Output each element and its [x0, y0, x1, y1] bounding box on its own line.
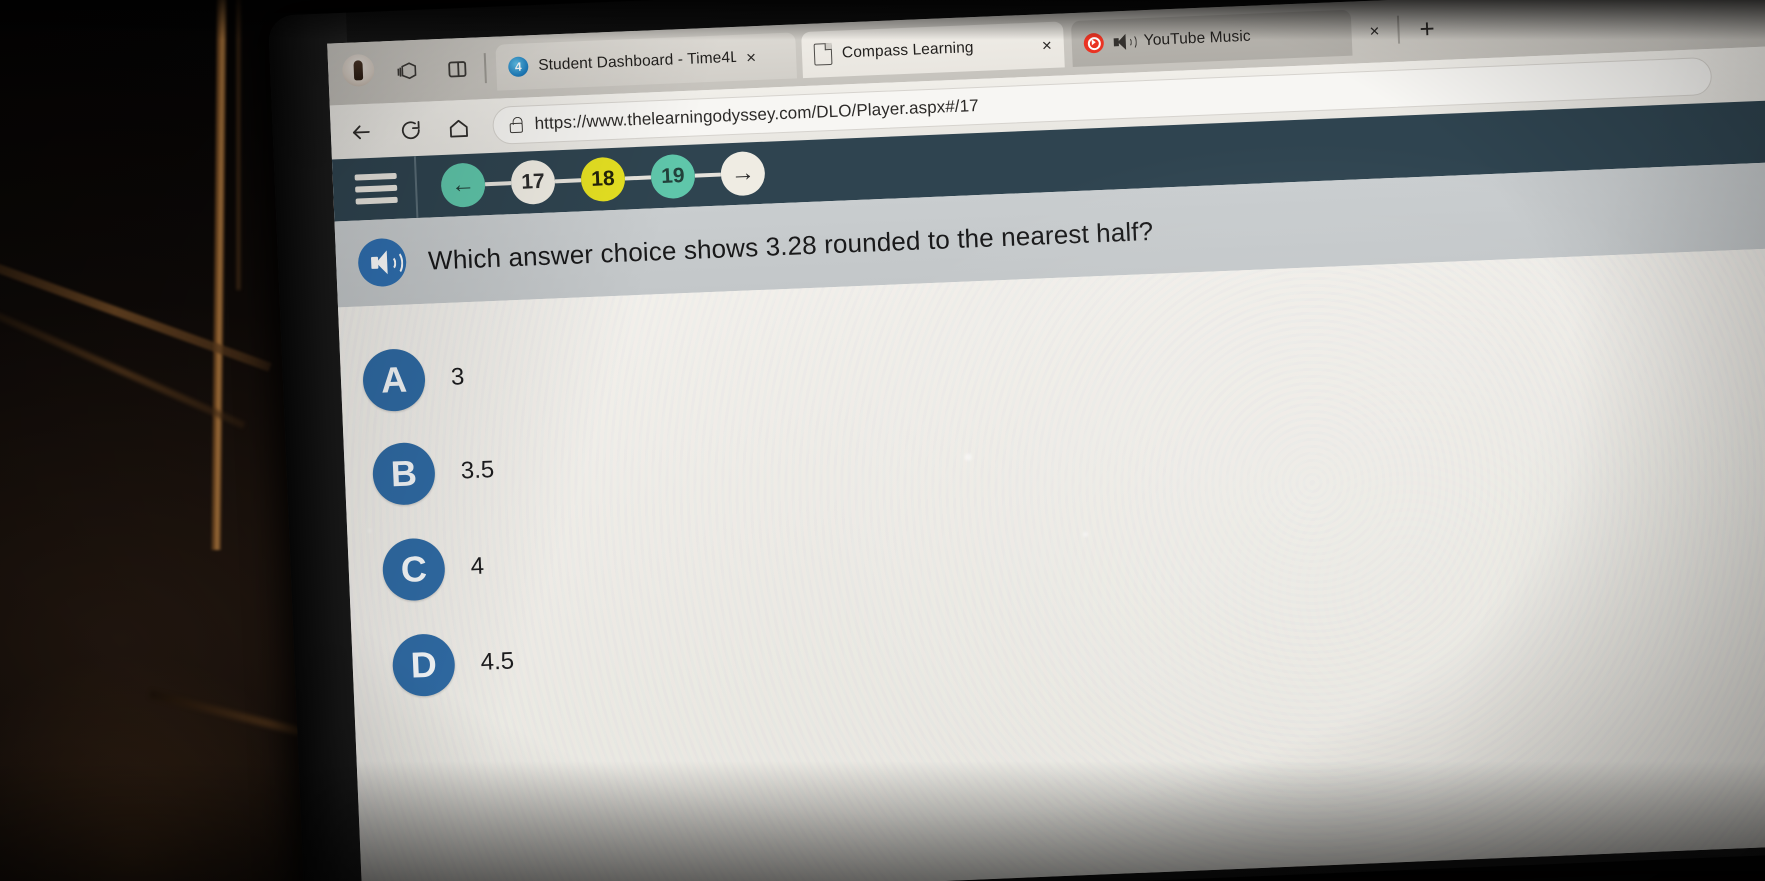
- screen-moire-pattern: [338, 245, 1765, 881]
- reload-button[interactable]: [396, 116, 425, 145]
- tab-title: Student Dashboard - Time4Learn: [537, 48, 737, 74]
- time4learning-icon: 4: [507, 56, 529, 78]
- stepper-connector: [554, 178, 582, 184]
- furniture-edge-secondary: [236, 0, 241, 290]
- tab-close-icon[interactable]: ×: [1369, 21, 1380, 40]
- stepper-connector: [694, 172, 721, 178]
- back-button[interactable]: [346, 118, 375, 147]
- laptop: 4 Student Dashboard - Time4Learn × Compa…: [268, 0, 1765, 881]
- stepper-item-18-current[interactable]: 18: [580, 156, 626, 203]
- answer-value-b: 3.5: [460, 456, 495, 485]
- youtube-music-icon: [1083, 32, 1105, 54]
- answer-value-d: 4.5: [480, 647, 515, 676]
- answer-bubble-b[interactable]: B: [371, 441, 437, 507]
- stepper-connector: [624, 175, 652, 181]
- answer-option-a[interactable]: A 3: [361, 346, 466, 413]
- tab-title: YouTube Music: [1143, 27, 1252, 50]
- answer-bubble-d[interactable]: D: [391, 632, 456, 698]
- tab-title: Compass Learning: [841, 39, 974, 62]
- tab-student-dashboard[interactable]: 4 Student Dashboard - Time4Learn ×: [495, 32, 798, 91]
- tab-close-icon[interactable]: ×: [1042, 35, 1053, 54]
- home-button[interactable]: [444, 114, 473, 143]
- tab-youtube-music[interactable]: YouTube Music: [1070, 9, 1353, 68]
- answer-bubble-c[interactable]: C: [381, 537, 447, 602]
- stepper-next-button[interactable]: →: [719, 150, 766, 197]
- question-text: Which answer choice shows 3.28 rounded t…: [427, 215, 1154, 276]
- nav-divider: [413, 156, 419, 219]
- question-stepper: ← 17 18 19 →: [440, 150, 766, 209]
- photo-of-laptop-screen: 4 Student Dashboard - Time4Learn × Compa…: [0, 0, 1765, 881]
- answer-option-c[interactable]: C 4: [381, 536, 486, 602]
- answer-choices-panel: A 3 B 3.5 C 4 D 4.5: [338, 245, 1765, 881]
- stepper-item-19[interactable]: 19: [650, 153, 696, 200]
- tab-close-icon[interactable]: ×: [746, 48, 757, 67]
- new-tab-button[interactable]: +: [1419, 13, 1435, 44]
- speaker-play-icon[interactable]: [357, 237, 408, 288]
- answer-option-b[interactable]: B 3.5: [371, 439, 496, 507]
- answer-bubble-a[interactable]: A: [361, 347, 427, 413]
- profile-avatar[interactable]: [341, 53, 375, 87]
- speaker-icon[interactable]: [1113, 33, 1138, 51]
- answer-value-c: 4: [470, 552, 485, 581]
- url-text: https://www.thelearningodyssey.com/DLO/P…: [534, 95, 980, 134]
- ambient-floor-glow: [0, 651, 330, 881]
- collections-icon[interactable]: [390, 54, 425, 89]
- toolbar-divider: [483, 53, 487, 84]
- stepper-prev-button[interactable]: ←: [440, 162, 486, 209]
- lock-icon: [509, 116, 523, 134]
- answer-value-a: 3: [450, 363, 465, 391]
- hamburger-menu-icon[interactable]: [354, 172, 398, 205]
- laptop-screen: 4 Student Dashboard - Time4Learn × Compa…: [327, 0, 1765, 881]
- stepper-connector: [484, 181, 512, 187]
- document-icon: [813, 42, 833, 66]
- tab-compass-learning[interactable]: Compass Learning ×: [801, 21, 1065, 79]
- split-screen-icon[interactable]: [440, 52, 475, 87]
- stepper-item-17[interactable]: 17: [510, 159, 556, 206]
- answer-option-d[interactable]: D 4.5: [391, 630, 516, 698]
- tab-divider: [1396, 15, 1400, 44]
